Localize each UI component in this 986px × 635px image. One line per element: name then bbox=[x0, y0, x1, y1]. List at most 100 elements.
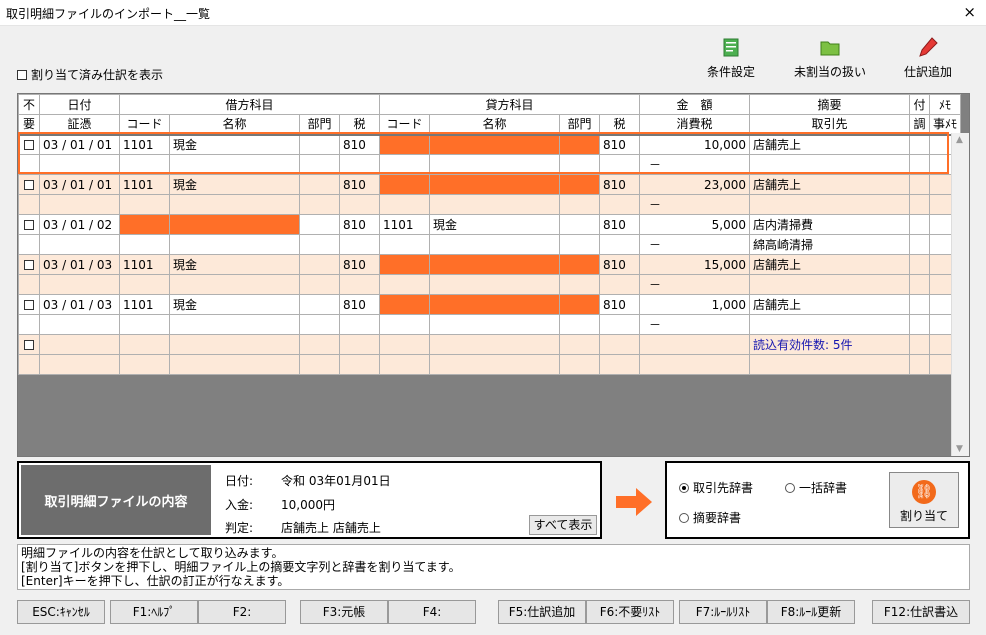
credit-code-cell[interactable] bbox=[379, 174, 430, 195]
empty-cell[interactable] bbox=[18, 314, 40, 335]
empty-cell[interactable] bbox=[599, 354, 640, 375]
table-row[interactable]: 03 / 01 / 01 1101 現金 810 810 10,000 店舗売上 bbox=[18, 134, 962, 155]
credit-name-cell[interactable] bbox=[429, 174, 560, 195]
scroll-down-icon[interactable]: ▼ bbox=[956, 444, 963, 454]
date-cell[interactable]: 03 / 01 / 03 bbox=[39, 254, 120, 275]
adjust-cell[interactable] bbox=[909, 194, 930, 215]
unneeded-checkbox[interactable] bbox=[24, 260, 34, 270]
consumption-tax-cell[interactable]: － bbox=[639, 234, 750, 255]
empty-cell[interactable] bbox=[559, 314, 600, 335]
empty-cell[interactable] bbox=[169, 194, 300, 215]
empty-cell[interactable] bbox=[599, 334, 640, 355]
empty-cell[interactable] bbox=[599, 154, 640, 175]
empty-cell[interactable] bbox=[39, 194, 120, 215]
empty-cell[interactable] bbox=[39, 334, 120, 355]
unneeded-checkbox[interactable] bbox=[24, 300, 34, 310]
empty-cell[interactable] bbox=[379, 154, 430, 175]
empty-cell[interactable] bbox=[339, 234, 380, 255]
table-row[interactable]: 03 / 01 / 02 810 1101 現金 810 5,000 店内清掃費 bbox=[18, 214, 962, 235]
empty-cell[interactable] bbox=[119, 314, 170, 335]
f7-rule-list-button[interactable]: F7:ﾙｰﾙﾘｽﾄ bbox=[679, 600, 767, 624]
unassigned-button[interactable]: 未割当の扱い bbox=[788, 36, 872, 80]
debit-tax-cell[interactable]: 810 bbox=[339, 174, 380, 195]
unneeded-checkbox[interactable] bbox=[24, 180, 34, 190]
radio-partner-dictionary[interactable]: 取引先辞書 bbox=[679, 479, 753, 496]
f6-unneeded-list-button[interactable]: F6:不要ﾘｽﾄ bbox=[586, 600, 674, 624]
consumption-tax-cell[interactable]: － bbox=[639, 314, 750, 335]
empty-cell[interactable] bbox=[169, 334, 300, 355]
empty-cell[interactable] bbox=[429, 234, 560, 255]
assign-button[interactable]: ⛓ 割り当て bbox=[889, 472, 959, 528]
partner-cell[interactable] bbox=[749, 154, 910, 175]
f5-add-journal-button[interactable]: F5:仕訳追加 bbox=[498, 600, 586, 624]
debit-dept-cell[interactable] bbox=[299, 254, 340, 275]
debit-dept-cell[interactable] bbox=[299, 134, 340, 155]
unneeded-checkbox[interactable] bbox=[24, 340, 34, 350]
adjust-cell[interactable] bbox=[909, 274, 930, 295]
amount-cell[interactable]: 23,000 bbox=[639, 174, 750, 195]
empty-cell[interactable] bbox=[559, 234, 600, 255]
partner-cell[interactable] bbox=[749, 274, 910, 295]
empty-cell[interactable] bbox=[299, 194, 340, 215]
credit-dept-cell[interactable] bbox=[559, 254, 600, 275]
table-row-sub[interactable]: － bbox=[18, 154, 962, 175]
empty-cell[interactable] bbox=[749, 354, 910, 375]
empty-cell[interactable] bbox=[429, 154, 560, 175]
debit-name-cell[interactable] bbox=[169, 214, 300, 235]
radio-summary-dictionary[interactable]: 摘要辞書 bbox=[679, 509, 741, 526]
f3-ledger-button[interactable]: F3:元帳 bbox=[300, 600, 388, 624]
empty-cell[interactable] bbox=[169, 234, 300, 255]
empty-cell[interactable] bbox=[39, 154, 120, 175]
radio-selected-icon[interactable] bbox=[679, 482, 689, 493]
empty-cell[interactable] bbox=[339, 274, 380, 295]
new-entry-row[interactable]: 読込有効件数: 5件 bbox=[18, 334, 962, 355]
empty-cell[interactable] bbox=[299, 334, 340, 355]
attach-cell[interactable] bbox=[909, 254, 930, 275]
table-row[interactable]: 03 / 01 / 01 1101 現金 810 810 23,000 店舗売上 bbox=[18, 174, 962, 195]
credit-tax-cell[interactable]: 810 bbox=[599, 134, 640, 155]
adjust-cell[interactable] bbox=[909, 314, 930, 335]
summary-cell[interactable]: 店舗売上 bbox=[749, 294, 910, 315]
summary-cell[interactable]: 店舗売上 bbox=[749, 254, 910, 275]
credit-code-cell[interactable] bbox=[379, 254, 430, 275]
empty-cell[interactable] bbox=[169, 354, 300, 375]
partner-cell[interactable] bbox=[749, 194, 910, 215]
empty-cell[interactable] bbox=[379, 234, 430, 255]
empty-cell[interactable] bbox=[599, 274, 640, 295]
empty-cell[interactable] bbox=[299, 354, 340, 375]
show-assigned-checkbox[interactable]: 割り当て済み仕訳を表示 bbox=[17, 66, 163, 83]
credit-dept-cell[interactable] bbox=[559, 174, 600, 195]
conditions-button[interactable]: 条件設定 bbox=[700, 36, 762, 80]
debit-name-cell[interactable]: 現金 bbox=[169, 134, 300, 155]
date-cell[interactable]: 03 / 01 / 02 bbox=[39, 214, 120, 235]
unneeded-cell[interactable] bbox=[18, 134, 40, 155]
radio-icon[interactable] bbox=[785, 482, 795, 493]
empty-cell[interactable] bbox=[559, 274, 600, 295]
date-cell[interactable]: 03 / 01 / 03 bbox=[39, 294, 120, 315]
unneeded-cell[interactable] bbox=[18, 254, 40, 275]
empty-cell[interactable] bbox=[119, 234, 170, 255]
debit-code-cell[interactable]: 1101 bbox=[119, 294, 170, 315]
empty-cell[interactable] bbox=[909, 354, 930, 375]
f12-write-journal-button[interactable]: F12:仕訳書込 bbox=[872, 600, 970, 624]
credit-code-cell[interactable]: 1101 bbox=[379, 214, 430, 235]
empty-cell[interactable] bbox=[339, 194, 380, 215]
date-cell[interactable]: 03 / 01 / 01 bbox=[39, 134, 120, 155]
debit-name-cell[interactable]: 現金 bbox=[169, 174, 300, 195]
credit-code-cell[interactable] bbox=[379, 134, 430, 155]
debit-name-cell[interactable]: 現金 bbox=[169, 254, 300, 275]
empty-cell[interactable] bbox=[429, 314, 560, 335]
empty-cell[interactable] bbox=[639, 354, 750, 375]
empty-cell[interactable] bbox=[599, 314, 640, 335]
empty-cell[interactable] bbox=[169, 314, 300, 335]
credit-tax-cell[interactable]: 810 bbox=[599, 294, 640, 315]
consumption-tax-cell[interactable]: － bbox=[639, 154, 750, 175]
table-row[interactable]: 03 / 01 / 03 1101 現金 810 810 1,000 店舗売上 bbox=[18, 294, 962, 315]
consumption-tax-cell[interactable]: － bbox=[639, 194, 750, 215]
unneeded-cell[interactable] bbox=[18, 334, 40, 355]
radio-icon[interactable] bbox=[679, 512, 689, 523]
empty-cell[interactable] bbox=[18, 274, 40, 295]
summary-cell[interactable]: 店舗売上 bbox=[749, 174, 910, 195]
summary-cell[interactable]: 店舗売上 bbox=[749, 134, 910, 155]
empty-cell[interactable] bbox=[339, 354, 380, 375]
